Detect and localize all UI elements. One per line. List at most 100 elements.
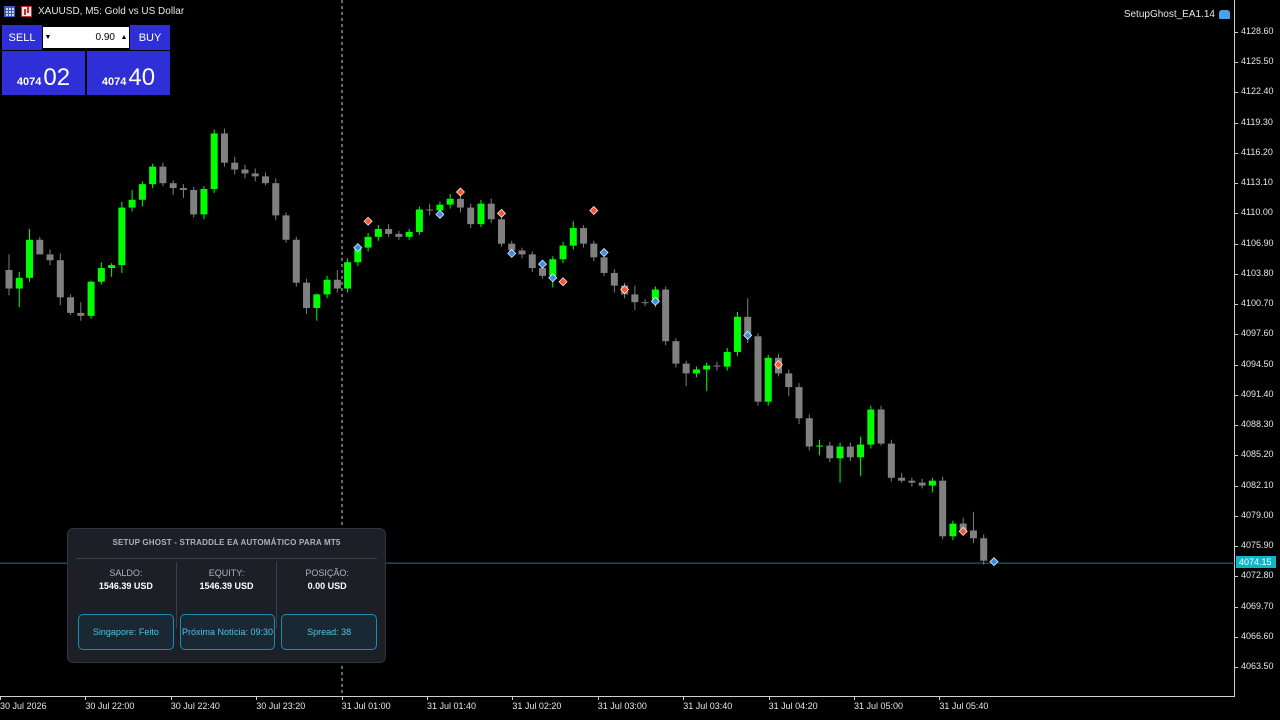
- candle-body: [590, 243, 598, 258]
- candle-body: [539, 268, 547, 276]
- sell-signal-marker: [363, 216, 373, 226]
- candle-body: [569, 228, 577, 246]
- time-tick-label: 31 Jul 03:40: [683, 697, 733, 711]
- chart-title-bar: XAUUSD, M5: Gold vs US Dollar: [4, 6, 184, 17]
- price-tick-label: 4119.30: [1235, 117, 1273, 127]
- saldo-value: 1546.39 USD: [98, 581, 153, 591]
- candle-body: [118, 207, 126, 266]
- candle-body: [108, 265, 116, 269]
- candle-body: [415, 209, 423, 232]
- dashboard-divider: [76, 558, 377, 559]
- candle-body: [200, 189, 208, 215]
- candle-body: [97, 268, 105, 282]
- candle-body: [846, 446, 854, 458]
- candle-body: [344, 262, 352, 289]
- candle-body: [867, 409, 875, 445]
- candle-body: [877, 409, 885, 444]
- expert-hat-icon[interactable]: [1219, 10, 1230, 19]
- posicao-label: POSIÇÃO:: [305, 568, 349, 578]
- candle-body: [662, 289, 670, 342]
- candle-body: [190, 190, 198, 215]
- ea-dashboard-panel: SETUP GHOST - STRADDLE EA AUTOMÁTICO PAR…: [67, 528, 386, 663]
- candle-body: [231, 162, 239, 170]
- candle-body: [528, 254, 536, 269]
- price-tick-label: 4106.90: [1235, 238, 1274, 248]
- spread-button[interactable]: Spread: 38: [281, 614, 378, 650]
- buy-signal-marker: [599, 247, 609, 257]
- buy-signal-marker: [989, 557, 999, 567]
- candle-body: [477, 203, 485, 225]
- ask-price-prefix: 4074: [101, 76, 127, 88]
- candle-body: [682, 363, 690, 374]
- candle-body: [385, 229, 393, 234]
- candle-body: [36, 239, 44, 255]
- volume-stepper[interactable]: ▼ 0.90 ▲: [43, 27, 129, 48]
- price-tick-label: 4113.10: [1235, 177, 1273, 187]
- candle-body: [949, 523, 957, 537]
- price-tick-label: 4079.00: [1235, 510, 1274, 520]
- candle-body: [395, 233, 403, 237]
- time-axis[interactable]: 30 Jul 2026 30 Jul 22:00 30 Jul 22:40 30 Ju…: [0, 697, 1235, 720]
- candle-body: [292, 239, 300, 283]
- next-news-button[interactable]: Próxima Notícia: 09:30: [179, 614, 276, 650]
- candle-body: [220, 133, 228, 163]
- candle-body: [405, 231, 413, 237]
- expert-advisor-label[interactable]: SetupGhost_EA1.14: [1124, 9, 1230, 20]
- bid-price-button[interactable]: 4074 02: [2, 51, 85, 95]
- candle-body: [805, 418, 813, 447]
- candle-body: [282, 215, 290, 240]
- price-tick-label: 4069.70: [1235, 601, 1274, 611]
- ask-price-button[interactable]: 4074 40: [87, 51, 170, 95]
- candle-body: [713, 365, 721, 367]
- candle-body: [446, 198, 454, 205]
- candle-body: [764, 357, 772, 402]
- session-status-button[interactable]: Singapore: Feito: [78, 614, 174, 650]
- candle-body: [15, 277, 23, 289]
- posicao-value: 0.00 USD: [307, 581, 347, 591]
- price-tick-label: 4072.80: [1235, 570, 1274, 580]
- price-tick-label: 4088.30: [1235, 419, 1274, 429]
- time-tick-label: 30 Jul 22:00: [85, 697, 135, 711]
- candle-body: [857, 444, 865, 458]
- candle-body: [939, 480, 947, 537]
- candle-body: [333, 279, 341, 289]
- price-axis[interactable]: 4128.60 4125.50 4122.40 4119.30 4116.20 4113.…: [1235, 0, 1280, 697]
- buy-signal-marker: [507, 248, 517, 258]
- equity-label: EQUITY:: [208, 568, 245, 578]
- candle-body: [323, 279, 331, 295]
- price-tick-label: 4063.50: [1235, 661, 1274, 671]
- candle-body: [262, 176, 269, 184]
- candle-body: [559, 245, 567, 260]
- candle-body: [908, 480, 916, 483]
- price-tick-label: 4097.60: [1235, 328, 1274, 338]
- ea-name: SetupGhost_EA1.14: [1123, 9, 1215, 20]
- candle-body: [980, 538, 988, 561]
- time-tick-label: 30 Jul 22:40: [170, 697, 220, 711]
- time-tick-label: 30 Jul 2026: [0, 697, 47, 711]
- sell-signal-marker: [455, 187, 465, 197]
- candle-body: [159, 166, 167, 184]
- candle-body: [754, 336, 762, 402]
- candle-body: [785, 373, 793, 388]
- volume-down-icon[interactable]: ▼: [43, 34, 53, 41]
- price-tick-label: 4085.20: [1235, 449, 1274, 459]
- chart-grid-icon[interactable]: [4, 6, 15, 17]
- sell-signal-marker: [589, 206, 599, 215]
- candle-body: [641, 302, 649, 304]
- price-tick-label: 4116.20: [1235, 147, 1273, 157]
- candle-body: [138, 184, 146, 200]
- chart-bars-icon[interactable]: [21, 6, 32, 17]
- volume-input[interactable]: 0.90: [53, 32, 119, 43]
- volume-up-icon[interactable]: ▲: [119, 34, 129, 41]
- candle-body: [26, 239, 34, 278]
- candle-body: [436, 204, 444, 211]
- candle-body: [77, 312, 85, 316]
- sell-button[interactable]: SELL: [2, 25, 42, 50]
- candle-body: [313, 294, 321, 309]
- candle-body: [272, 183, 280, 216]
- time-tick-label: 31 Jul 01:40: [427, 697, 477, 711]
- price-tick-label: 4100.70: [1235, 298, 1274, 308]
- buy-button[interactable]: BUY: [130, 25, 170, 50]
- candle-body: [169, 183, 177, 189]
- candle-body: [928, 480, 936, 486]
